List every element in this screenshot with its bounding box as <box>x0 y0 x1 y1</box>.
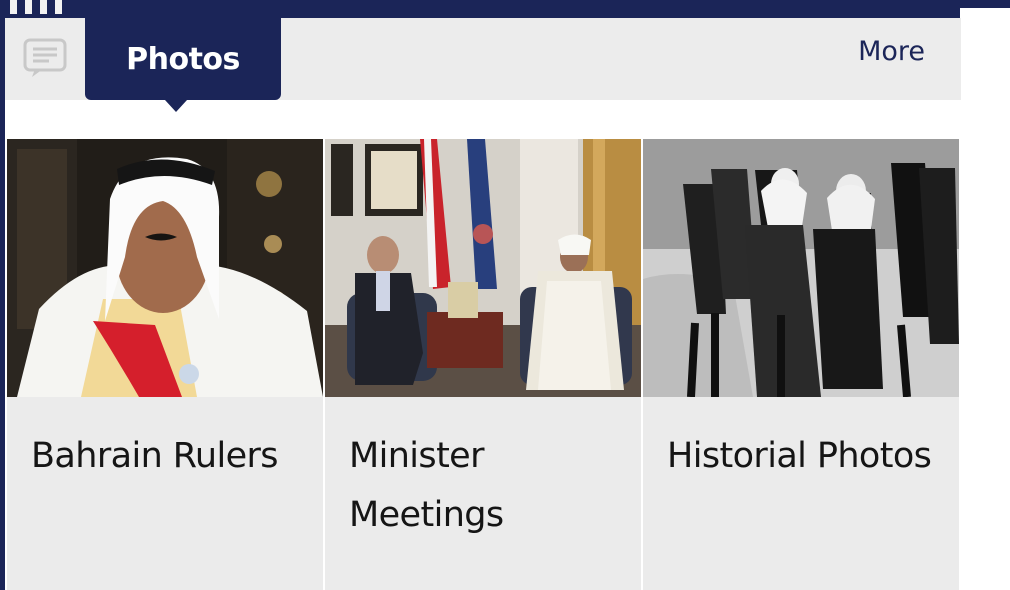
photos-header: Photos More <box>5 18 961 112</box>
tab-photos[interactable]: Photos <box>85 18 281 100</box>
tab-photos-label: Photos <box>126 41 240 77</box>
category-card-historial-photos[interactable]: Historial Photos <box>643 139 959 590</box>
meeting-photo-flags <box>325 139 641 397</box>
photo-categories: Bahrain Rulers Minister Meetings Histori… <box>7 139 961 590</box>
black-and-white-historical-photo <box>643 139 959 397</box>
category-title: Minister Meetings <box>349 436 504 535</box>
category-title: Historial Photos <box>667 436 932 476</box>
category-card-minister-meetings[interactable]: Minister Meetings <box>325 139 641 590</box>
tab-active-pointer <box>165 100 187 112</box>
photos-panel: Photos More Bahrain Rulers Minister Meet… <box>5 18 961 590</box>
top-ticks <box>10 0 70 18</box>
right-strip <box>960 8 1010 590</box>
portrait-photo-ruler <box>7 139 323 397</box>
more-link[interactable]: More <box>858 36 925 67</box>
category-card-bahrain-rulers[interactable]: Bahrain Rulers <box>7 139 323 590</box>
category-title: Bahrain Rulers <box>31 436 279 476</box>
chat-bubble-icon[interactable] <box>23 38 67 78</box>
